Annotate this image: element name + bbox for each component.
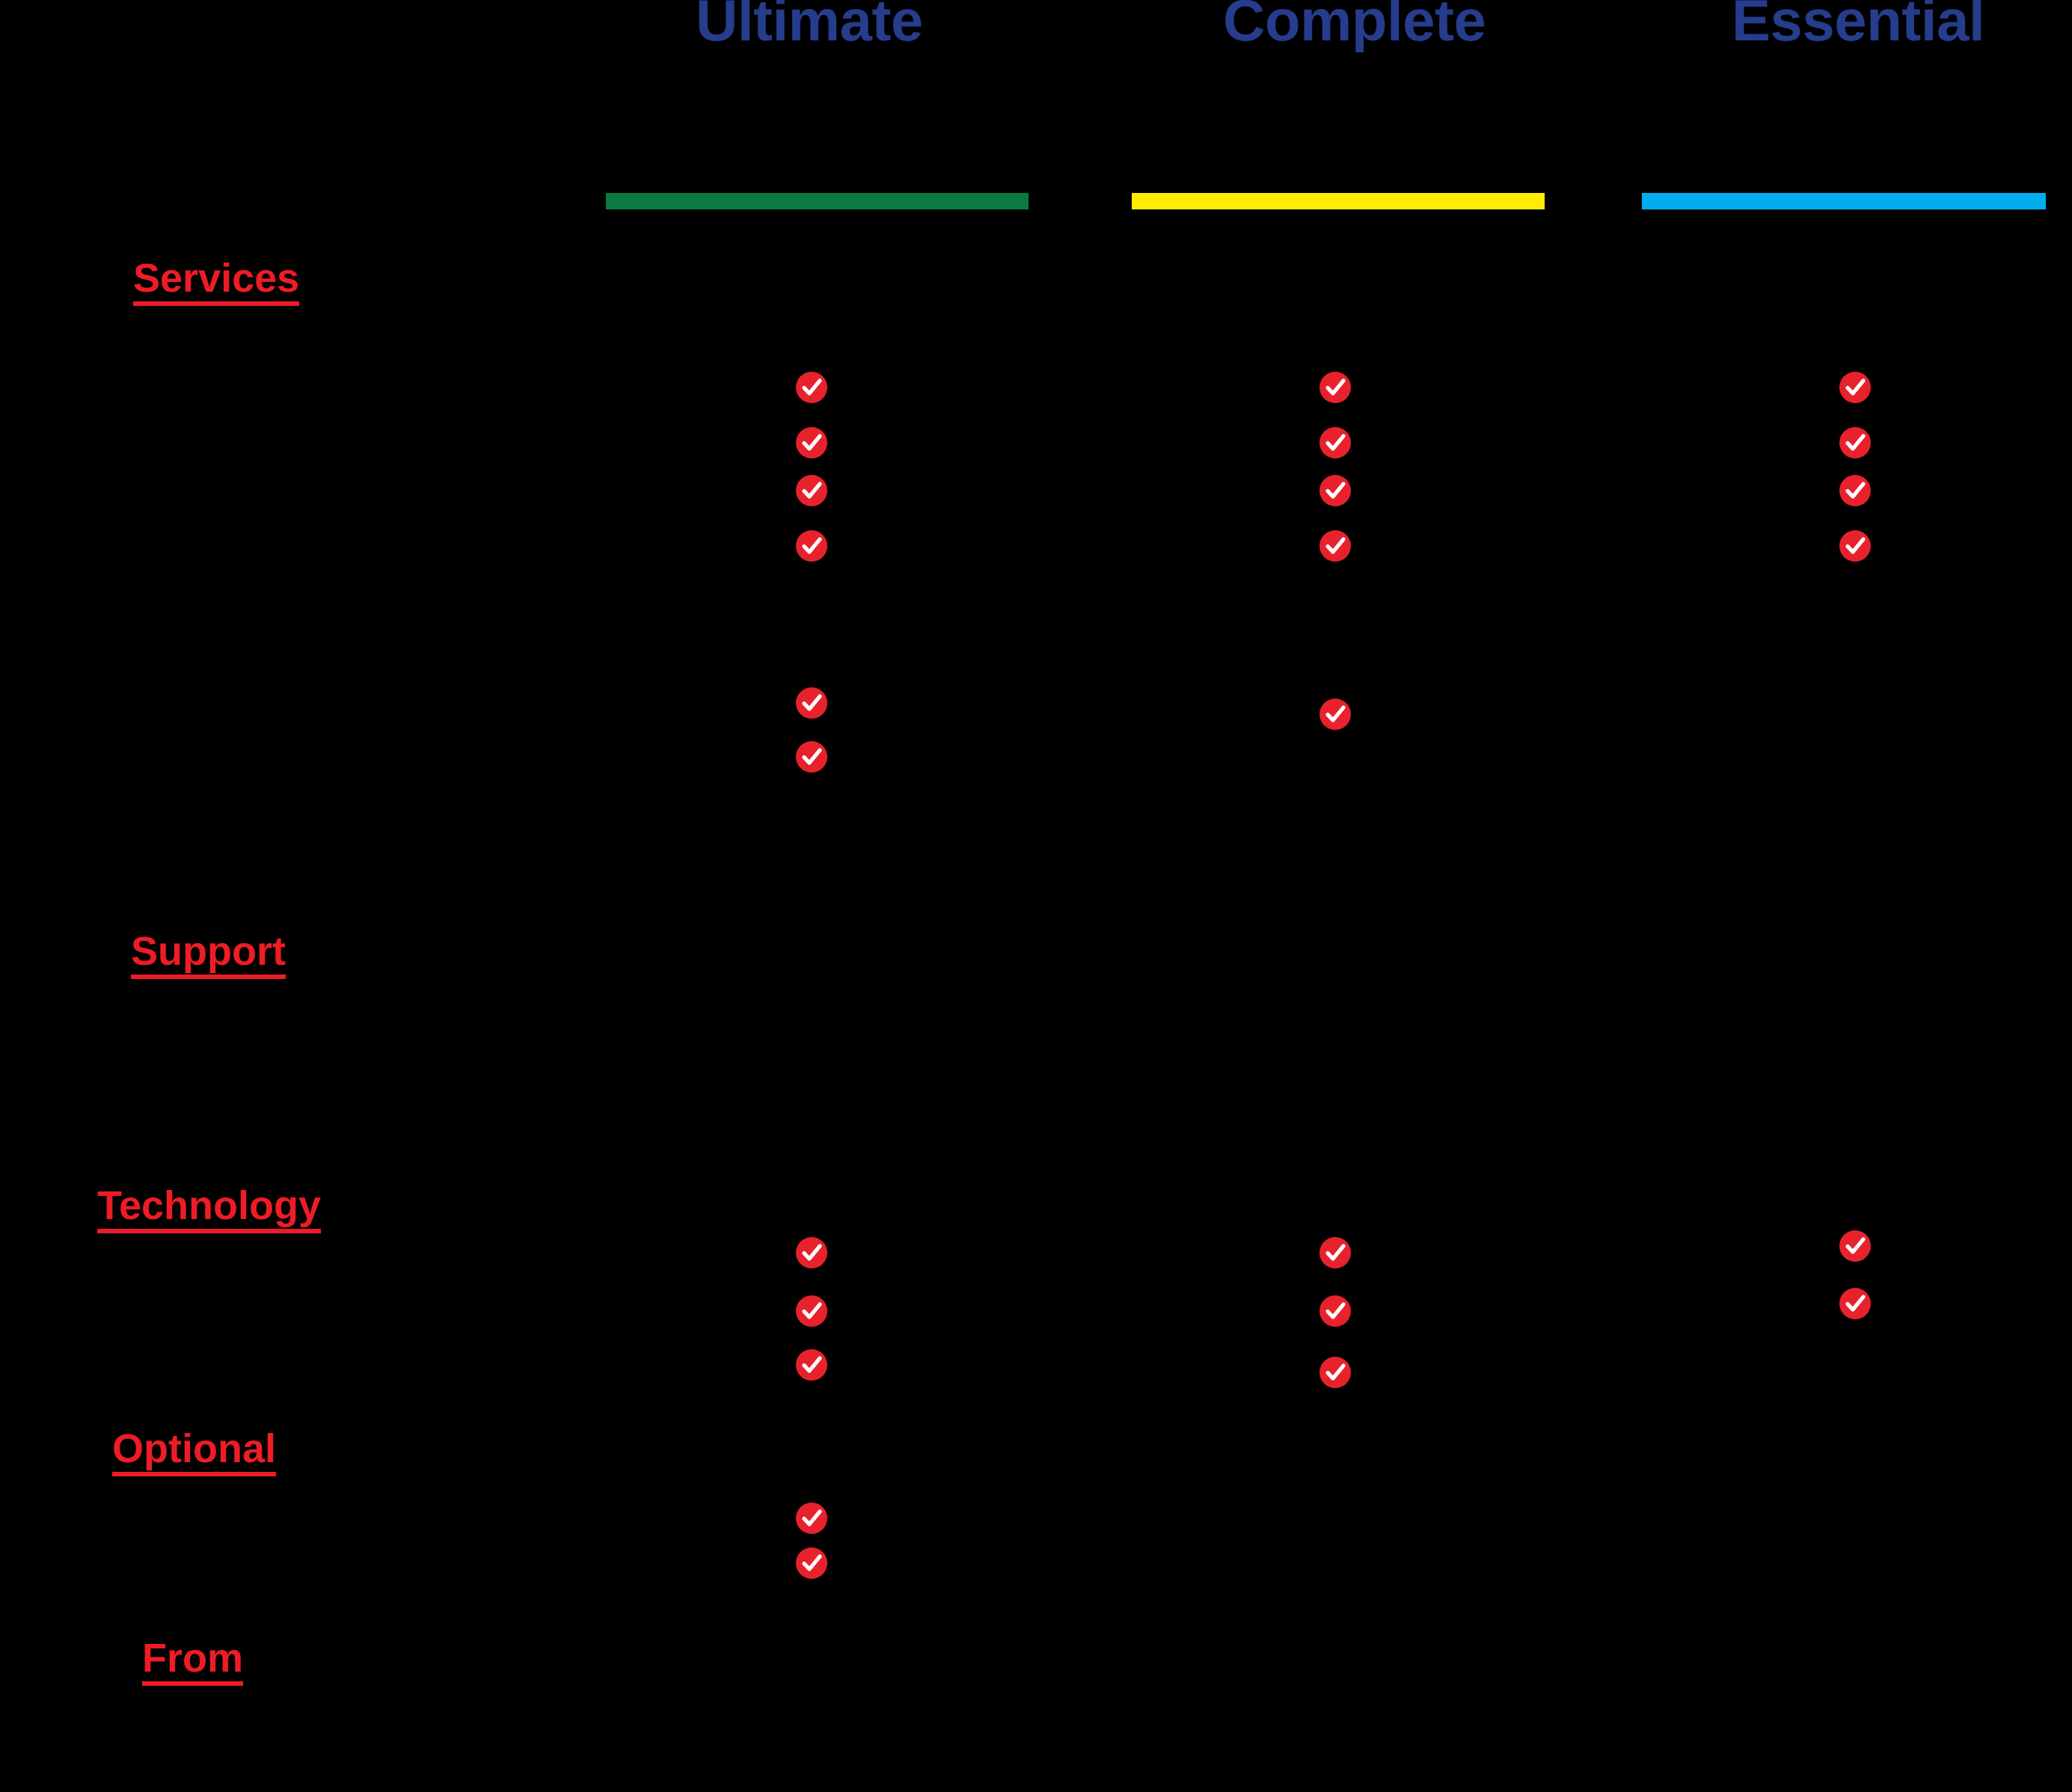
check-icon <box>796 475 827 506</box>
check-icon <box>796 427 827 458</box>
check-icon <box>1319 530 1351 562</box>
check-icon <box>1839 372 1871 403</box>
accent-bar-essential <box>1642 193 2046 209</box>
accent-bar-ultimate <box>606 193 1029 209</box>
check-icon <box>796 1237 827 1268</box>
check-icon <box>1839 1230 1871 1262</box>
section-heading-services: Services <box>133 258 300 306</box>
plan-title-complete: Complete <box>1223 0 1486 53</box>
check-icon <box>1319 1357 1351 1388</box>
section-heading-from: From <box>142 1638 243 1686</box>
check-icon <box>1319 475 1351 506</box>
check-icon <box>1319 1237 1351 1268</box>
check-icon <box>1319 427 1351 458</box>
check-icon <box>796 687 827 719</box>
check-icon <box>1319 372 1351 403</box>
section-heading-optional: Optional <box>112 1429 276 1476</box>
check-icon <box>1839 427 1871 458</box>
check-icon <box>1319 1295 1351 1327</box>
check-icon <box>796 1349 827 1381</box>
check-icon <box>796 741 827 773</box>
check-icon <box>1319 699 1351 730</box>
check-icon <box>1839 530 1871 562</box>
accent-bar-complete <box>1132 193 1545 209</box>
check-icon <box>796 1295 827 1327</box>
check-icon <box>796 530 827 562</box>
plan-title-essential: Essential <box>1732 0 1985 53</box>
check-icon <box>796 1547 827 1579</box>
check-icon <box>796 372 827 403</box>
check-icon <box>1839 1288 1871 1319</box>
plan-title-ultimate: Ultimate <box>696 0 923 53</box>
section-heading-support: Support <box>131 931 286 979</box>
check-icon <box>796 1503 827 1534</box>
comparison-table-canvas: Ultimate Complete Essential Services Suppor… <box>0 0 2072 1792</box>
section-heading-technology: Technology <box>97 1185 322 1233</box>
check-icon <box>1839 475 1871 506</box>
